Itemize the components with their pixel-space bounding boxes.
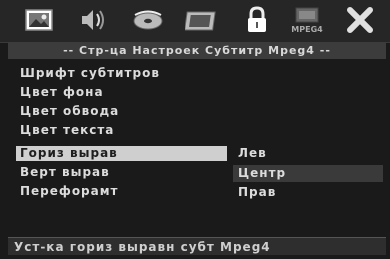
option-right[interactable]: Прав [233, 184, 383, 201]
menu-item-subtitle-font[interactable]: Шрифт субтитров [16, 66, 227, 81]
menu-item-vertical-align[interactable]: Верт вырав [16, 165, 227, 180]
mpeg4-label: MPEG4 [291, 25, 323, 34]
video-icon[interactable] [185, 4, 219, 36]
menu-item-outline-color[interactable]: Цвет обвода [16, 104, 227, 119]
menu-item-reformat[interactable]: Перефорамт [16, 184, 227, 199]
option-left[interactable]: Лев [233, 145, 383, 162]
option-center[interactable]: Центр [233, 165, 383, 182]
close-icon[interactable] [343, 4, 377, 36]
lock-icon[interactable] [240, 4, 274, 36]
picture-icon[interactable] [22, 4, 56, 36]
audio-icon[interactable] [76, 4, 110, 36]
status-bar: Уст-ка гориз выравн субт Mpeg4 [8, 237, 386, 255]
menu-item-background-color[interactable]: Цвет фона [16, 85, 227, 100]
disc-icon[interactable] [131, 4, 165, 36]
menu-item-text-color[interactable]: Цвет текста [16, 123, 227, 138]
mpeg4-icon[interactable]: MPEG4 [290, 4, 324, 36]
toolbar: MPEG4 [0, 0, 390, 43]
page-title: -- Стр-ца Настроек Субтитр Mpeg4 -- [8, 42, 386, 59]
menu-item-horizontal-align[interactable]: Гориз вырав [16, 146, 227, 161]
